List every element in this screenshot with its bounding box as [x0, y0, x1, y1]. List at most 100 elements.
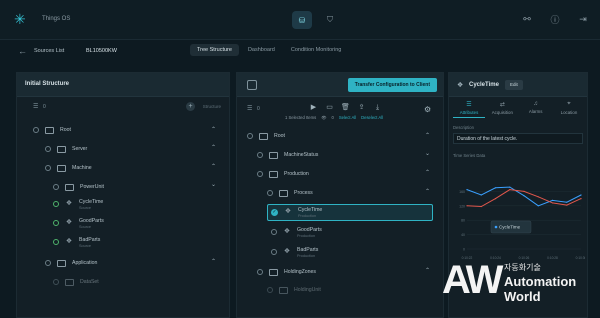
edit-button[interactable]: Edit — [505, 80, 523, 90]
node-label: Machine — [72, 165, 92, 171]
chevron-down-icon[interactable]: ⌄ — [425, 150, 430, 157]
node-sublabel: Production — [297, 233, 316, 238]
radio[interactable] — [271, 229, 277, 235]
help-icon[interactable]: ⓘ — [548, 12, 562, 26]
tree-node-goodparts[interactable]: ❖ GoodParts Production — [271, 225, 322, 239]
radio[interactable] — [267, 190, 273, 196]
tab-tree-structure[interactable]: Tree Structure — [190, 44, 239, 56]
chevron-up-icon[interactable]: ⌃ — [425, 132, 430, 139]
tree-node-production[interactable]: Production — [257, 167, 309, 181]
data-point — [509, 189, 511, 191]
tree-node-process[interactable]: Process — [267, 186, 313, 200]
chevron-up-icon[interactable]: ⌃ — [211, 258, 216, 265]
chevron-up-icon[interactable]: ⌃ — [425, 267, 430, 274]
chevron-up-icon[interactable]: ⌃ — [425, 188, 430, 195]
tag-settings-icon[interactable]: ⚙ — [424, 105, 433, 114]
tree-node-cycletime[interactable]: ✓ ❖ CycleTime Production — [271, 205, 322, 219]
radio[interactable] — [45, 260, 51, 266]
node-label: Root — [60, 127, 71, 133]
panel-toggle-icon[interactable] — [247, 80, 257, 90]
tree-node-server[interactable]: Server — [45, 142, 87, 156]
sources-list-link[interactable]: Sources List — [34, 48, 64, 54]
node-toolbar: ▶ ▭ 🗑 ⇪ ⤓ — [309, 103, 382, 112]
tree-node-machine[interactable]: Machine — [45, 161, 92, 175]
tab-alarms[interactable]: ♫ Alarms — [520, 101, 552, 115]
y-tick-label: 0 — [463, 248, 465, 252]
filter-icon[interactable]: ☰ — [33, 103, 38, 110]
panel-title: Initial Structure — [25, 81, 70, 87]
node-label: HoldingUnit — [294, 287, 321, 293]
chevron-up-icon[interactable]: ⌃ — [211, 163, 216, 170]
tab-location[interactable]: ⌖ Location — [553, 101, 585, 115]
view-tabs: Tree Structure Dashboard Condition Monit… — [190, 44, 348, 56]
tree-node-holdingzones[interactable]: HoldingZones — [257, 265, 316, 279]
radio[interactable] — [53, 279, 59, 285]
node-label: CycleTime — [298, 206, 323, 213]
tree-node-holdingunit[interactable]: HoldingUnit — [267, 283, 321, 297]
radio[interactable] — [45, 146, 51, 152]
app-logo-icon[interactable]: ✳ — [14, 12, 28, 26]
tab-dashboard[interactable]: Dashboard — [241, 44, 282, 56]
data-point — [480, 205, 482, 208]
tree-node-root[interactable]: Root — [247, 129, 285, 143]
tab-acquisition[interactable]: ⇄ Acquisition — [486, 101, 518, 115]
data-point — [537, 196, 539, 198]
shield-check-icon[interactable]: ⛉ — [320, 11, 340, 29]
description-field[interactable]: Duration of the latest cycle. — [453, 133, 583, 144]
radio[interactable] — [247, 133, 253, 139]
data-point — [523, 190, 525, 192]
share-nodes-icon[interactable]: ⚯ — [520, 12, 534, 26]
checked-circle-icon[interactable] — [53, 239, 59, 245]
checked-circle-icon[interactable] — [53, 201, 59, 207]
eye-icon[interactable]: 👁 — [321, 115, 326, 121]
tag-icon: ❖ — [283, 248, 291, 255]
tree-node-root[interactable]: Root — [33, 123, 71, 137]
radio[interactable] — [267, 287, 273, 293]
checked-circle-icon[interactable] — [53, 220, 59, 226]
timeseries-chart[interactable]: 0 40 80 120 160 0:10:22 0:10:24 0:10:26 0:10:28 0… — [453, 171, 587, 263]
folder-add-icon[interactable]: ▭ — [325, 103, 334, 112]
tree-node-application[interactable]: Application — [45, 256, 97, 270]
video-icon[interactable]: ▶ — [309, 103, 318, 112]
radio[interactable] — [257, 171, 263, 177]
tree-node-cycletime[interactable]: ❖ CycleTime Source — [53, 197, 103, 211]
tree-node-goodparts[interactable]: ❖ GoodParts Source — [53, 216, 104, 230]
tab-condition-monitoring[interactable]: Condition Monitoring — [284, 44, 348, 56]
folder-icon — [279, 189, 288, 197]
chevron-up-icon[interactable]: ⌃ — [211, 126, 216, 133]
node-label: Process — [294, 190, 313, 196]
download-icon[interactable]: ⤓ — [373, 103, 382, 112]
publisher-watermark: AW 자동화기술 Automation World — [442, 258, 592, 314]
chart-svg: 040801201600:10:22 0:10:24 0:10:26 0:10:28 0… — [459, 186, 587, 260]
radio[interactable] — [271, 249, 277, 255]
back-arrow-icon[interactable]: ← — [18, 46, 27, 56]
chevron-down-icon[interactable]: ⌄ — [211, 181, 216, 188]
check-icon[interactable]: ✓ — [271, 208, 278, 216]
data-point — [551, 202, 554, 204]
radio[interactable] — [257, 152, 263, 158]
deselect-all-link[interactable]: Deselect All — [361, 115, 383, 121]
logout-icon[interactable]: ⇥ — [576, 12, 590, 26]
tree-node-powerunit[interactable]: PowerUnit — [53, 180, 104, 194]
add-structure-button[interactable]: + — [186, 102, 195, 111]
select-all-link[interactable]: Select All — [339, 115, 356, 121]
database-icon[interactable]: ⛁ — [292, 11, 312, 29]
tab-attributes[interactable]: ☰ Attributes — [453, 101, 485, 115]
filter-icon[interactable]: ☰ — [247, 105, 252, 112]
tree-node-badparts[interactable]: ❖ BadParts Production — [271, 245, 318, 259]
radio[interactable] — [33, 127, 39, 133]
trash-icon[interactable]: 🗑 — [341, 103, 350, 112]
upload-icon[interactable]: ⇪ — [357, 103, 366, 112]
chevron-up-icon[interactable]: ⌃ — [425, 169, 430, 176]
tree-node-dataset[interactable]: DataSet — [53, 275, 99, 289]
data-point — [480, 194, 482, 196]
radio[interactable] — [257, 269, 263, 275]
chevron-up-icon[interactable]: ⌃ — [211, 144, 216, 151]
radio[interactable] — [45, 165, 51, 171]
transfer-configuration-button[interactable]: Transfer Configuration to Client — [347, 78, 437, 92]
tree-node-machinestatus[interactable]: MachineStatus — [257, 148, 318, 162]
radio[interactable] — [53, 184, 59, 190]
panel-header: Transfer Configuration to Client — [237, 73, 443, 97]
tree-node-badparts[interactable]: ❖ BadParts Source — [53, 235, 100, 249]
node-label: Root — [274, 133, 285, 139]
